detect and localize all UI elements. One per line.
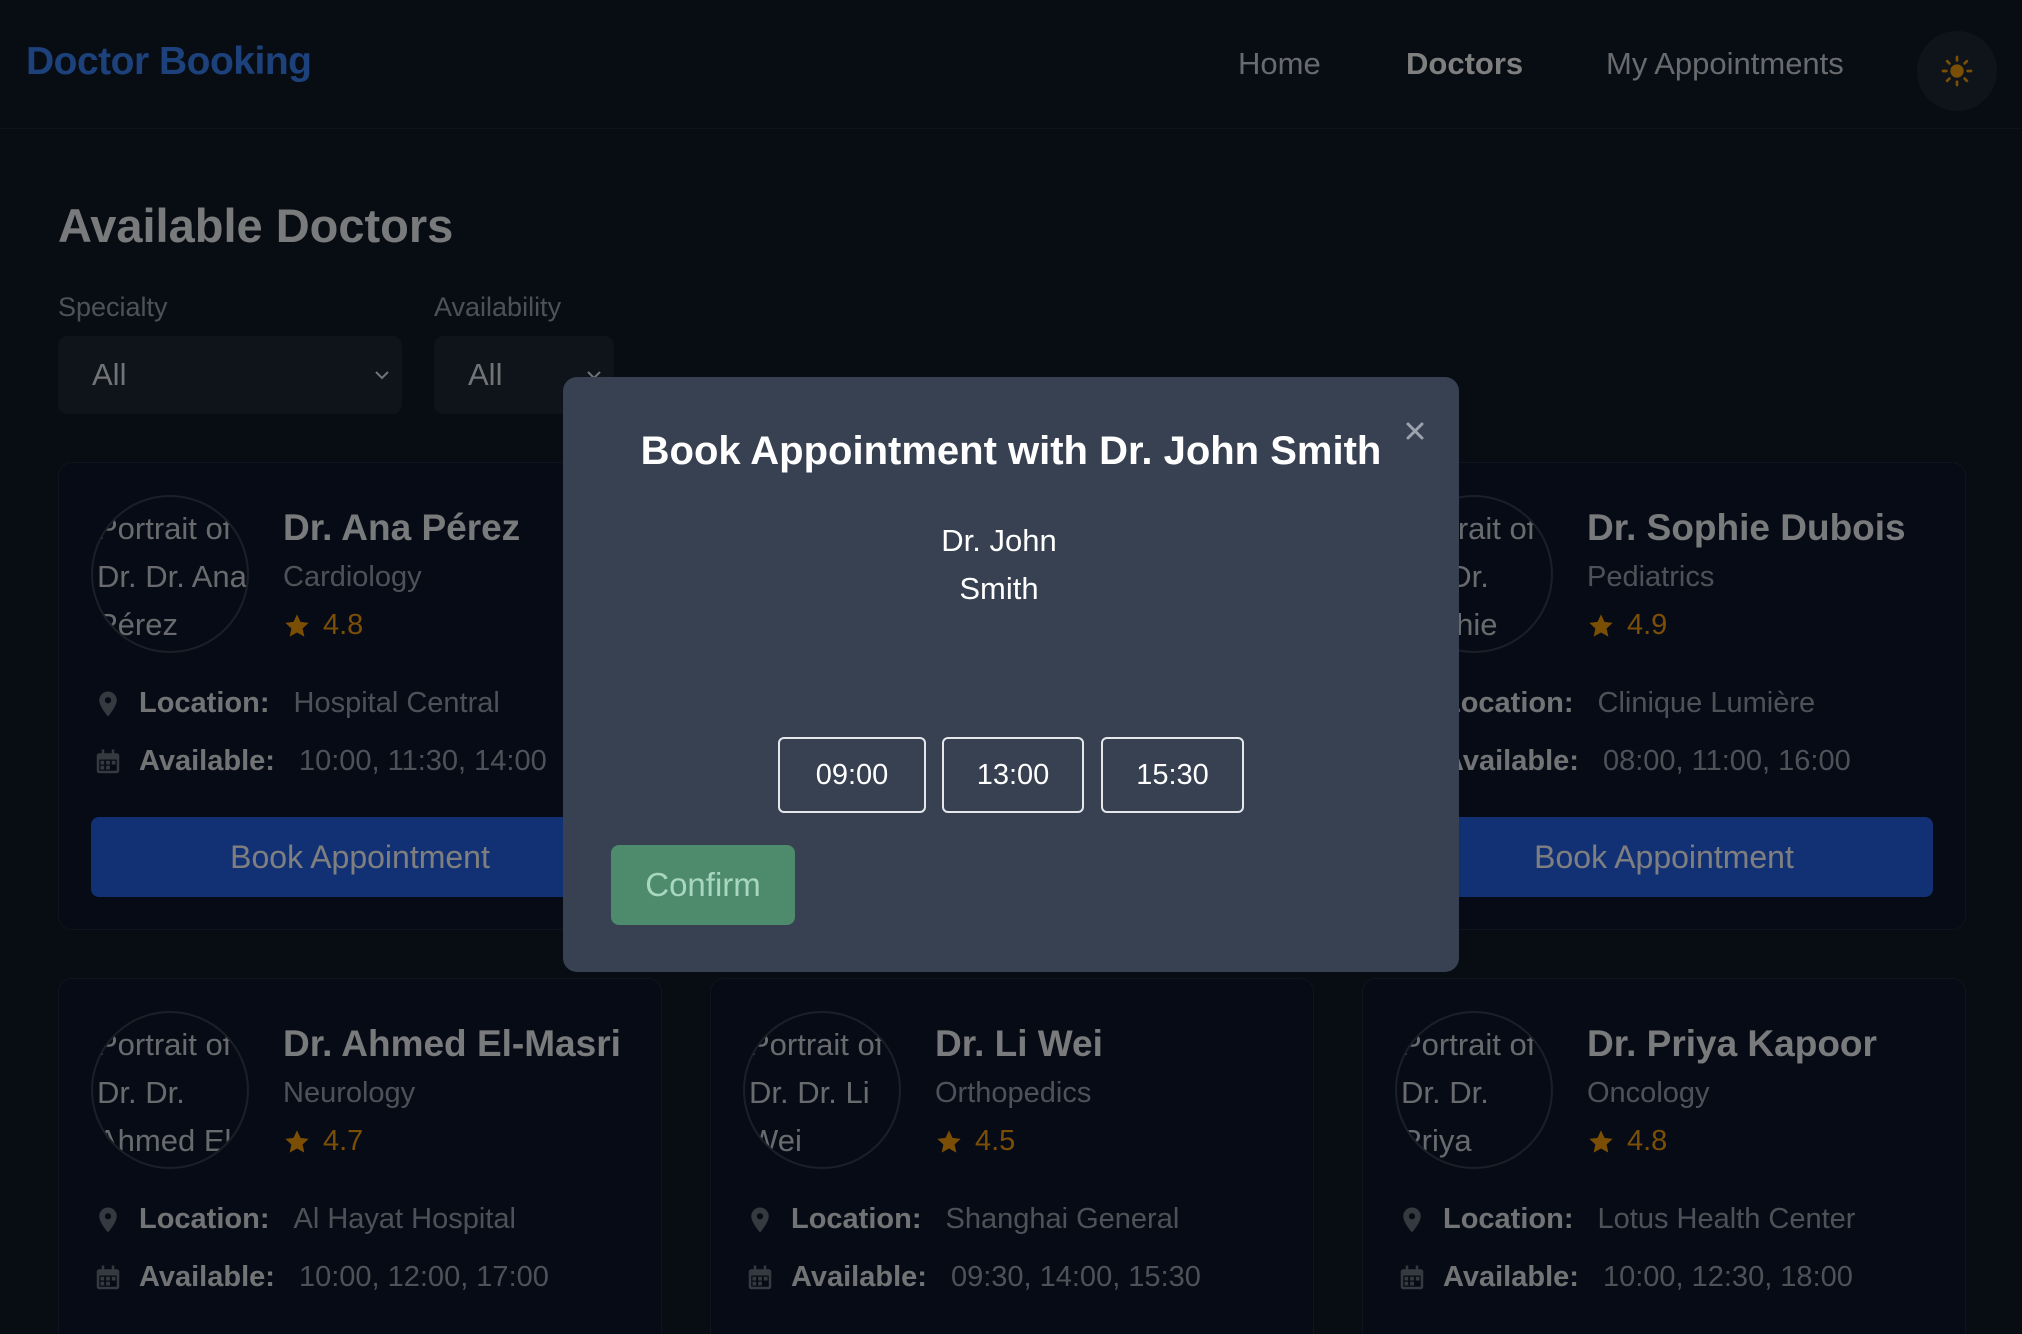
- booking-modal: Book Appointment with Dr. John Smith Dr.…: [563, 377, 1459, 972]
- time-slot-button[interactable]: 13:00: [942, 737, 1084, 813]
- modal-close-button[interactable]: [1395, 411, 1435, 451]
- time-slot-button[interactable]: 15:30: [1101, 737, 1244, 813]
- confirm-button[interactable]: Confirm: [611, 845, 795, 925]
- doctor-photo: Dr. John Smith: [941, 523, 1057, 606]
- time-slot-button[interactable]: 09:00: [778, 737, 926, 813]
- modal-title: Book Appointment with Dr. John Smith: [640, 429, 1382, 473]
- close-icon: [1406, 422, 1424, 440]
- app: Doctor Booking Home Doctors My Appointme…: [0, 0, 2022, 1334]
